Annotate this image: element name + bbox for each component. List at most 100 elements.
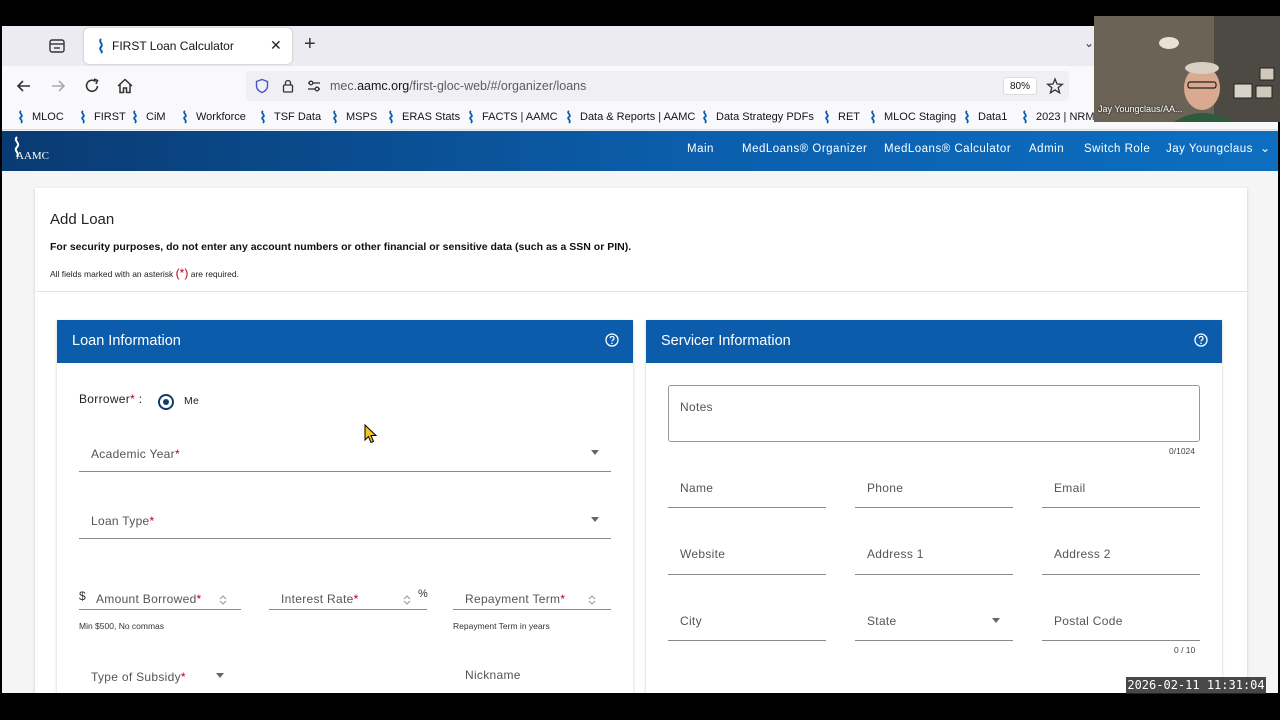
navigation-bar: mec.aamc.org/first-gloc-web/#/organizer/…	[2, 66, 1278, 106]
aamc-bookmark-icon	[333, 110, 337, 124]
repayment-term-hint: Repayment Term in years	[453, 621, 550, 631]
help-icon[interactable]	[1194, 333, 1208, 347]
nav-switch-role[interactable]: Switch Role	[1084, 143, 1150, 155]
nav-admin[interactable]: Admin	[1029, 143, 1064, 155]
notes-textarea[interactable]: Notes	[668, 385, 1200, 442]
postal-code-char-counter: 0 / 10	[1174, 645, 1196, 655]
bookmark-label: MSPS	[346, 111, 378, 123]
borrower-radio-me[interactable]	[158, 394, 174, 410]
required-asterisk: (*)	[175, 266, 189, 280]
aamc-bookmark-icon	[469, 110, 473, 124]
bookmark-label: 2023 | NRM	[1036, 111, 1095, 123]
required-marker: *	[149, 514, 155, 528]
nav-user-menu[interactable]: Jay Youngclaus	[1166, 143, 1253, 155]
number-spinner-icon[interactable]	[402, 594, 412, 606]
interest-rate-label-text: Interest Rate	[281, 592, 354, 606]
close-tab-icon[interactable]: ✕	[270, 37, 282, 54]
bookmark-item[interactable]: Data Strategy PDFs	[700, 110, 814, 124]
forward-arrow-icon[interactable]	[48, 76, 68, 96]
currency-symbol: $	[79, 589, 86, 603]
shield-icon[interactable]	[254, 78, 270, 94]
nav-medloans-calculator[interactable]: MedLoans® Calculator	[884, 143, 1011, 155]
bookmark-item[interactable]: Workforce	[180, 110, 246, 124]
aamc-bookmark-icon	[183, 110, 187, 124]
bookmark-item[interactable]: TSF Data	[258, 110, 321, 124]
url-text[interactable]: mec.aamc.org/first-gloc-web/#/organizer/…	[330, 79, 586, 93]
aamc-bookmark-icon	[81, 110, 85, 124]
lock-icon[interactable]	[280, 78, 296, 94]
amount-borrowed-underline	[79, 609, 241, 610]
dropdown-arrow-icon[interactable]	[591, 517, 599, 522]
bookmarks-bar: MLOC FIRST CiM Workforce TSF Data MSPS ERAS St…	[2, 106, 1278, 130]
required-note-suffix: are required.	[190, 269, 239, 279]
aamc-bookmark-icon	[389, 110, 393, 124]
dropdown-arrow-icon[interactable]	[992, 618, 1000, 623]
postal-code-label: Postal Code	[1054, 614, 1123, 628]
subsidy-type-label: Type of Subsidy*	[91, 670, 186, 684]
new-tab-icon[interactable]: +	[304, 34, 316, 54]
chevron-down-icon[interactable]: ⌄	[1084, 36, 1094, 50]
bookmark-item[interactable]: ERAS Stats	[386, 110, 460, 124]
required-marker: *	[174, 447, 180, 461]
zoom-level-badge[interactable]: 80%	[1003, 77, 1037, 95]
tab-list-icon[interactable]	[48, 37, 66, 55]
bookmark-item[interactable]: FIRST	[78, 110, 126, 124]
address1-label: Address 1	[867, 547, 924, 561]
bookmark-star-icon[interactable]	[1046, 77, 1064, 95]
website-label: Website	[680, 547, 726, 561]
number-spinner-icon[interactable]	[218, 594, 228, 606]
bookmark-item[interactable]: Data & Reports | AAMC	[564, 110, 695, 124]
url-prefix: mec.	[330, 79, 358, 93]
home-icon[interactable]	[115, 76, 135, 96]
loan-type-label-text: Loan Type	[91, 514, 150, 528]
nickname-label: Nickname	[465, 668, 521, 682]
bookmark-item[interactable]: MSPS	[330, 110, 377, 124]
academic-year-underline	[79, 471, 611, 472]
dropdown-arrow-icon[interactable]	[591, 450, 599, 455]
aamc-bookmark-icon	[825, 110, 829, 124]
address-bar[interactable]: mec.aamc.org/first-gloc-web/#/organizer/…	[246, 71, 1069, 101]
repayment-term-underline	[453, 609, 611, 610]
interest-rate-label: Interest Rate*	[281, 592, 359, 606]
number-spinner-icon[interactable]	[587, 594, 597, 606]
tab-title: FIRST Loan Calculator	[112, 39, 234, 53]
interest-rate-underline	[269, 609, 427, 610]
phone-label: Phone	[867, 481, 904, 495]
servicer-panel-header: Servicer Information	[646, 320, 1222, 363]
bookmark-item[interactable]: CiM	[130, 110, 166, 124]
dropdown-arrow-icon[interactable]	[216, 673, 224, 678]
address2-underline	[1042, 574, 1200, 575]
bookmark-label: RET	[838, 111, 860, 123]
card-header: Add Loan For security purposes, do not e…	[35, 188, 1247, 292]
bookmark-item[interactable]: MLOC	[16, 110, 64, 124]
recording-timestamp: 2026-02-11 11:31:04	[1126, 677, 1266, 694]
add-loan-card: Add Loan For security purposes, do not e…	[35, 188, 1247, 693]
borrower-colon: :	[138, 392, 143, 406]
loan-type-label: Loan Type*	[91, 514, 155, 528]
borrower-option-me[interactable]: Me	[184, 395, 199, 407]
required-note-prefix: All fields marked with an asterisk	[50, 269, 174, 279]
back-arrow-icon[interactable]	[14, 76, 34, 96]
name-label: Name	[680, 481, 714, 495]
bookmark-item[interactable]: FACTS | AAMC	[466, 110, 558, 124]
nav-medloans-organizer[interactable]: MedLoans® Organizer	[742, 143, 867, 155]
state-underline	[855, 640, 1013, 641]
bookmark-item[interactable]: 2023 | NRM	[1020, 110, 1095, 124]
aamc-bookmark-icon	[261, 110, 265, 124]
help-icon[interactable]	[605, 333, 619, 347]
reload-icon[interactable]	[82, 76, 102, 96]
required-marker: *	[130, 392, 136, 406]
bookmark-item[interactable]: Data1	[962, 110, 1007, 124]
required-marker: *	[196, 592, 202, 606]
site-permissions-icon[interactable]	[306, 78, 322, 94]
bookmark-item[interactable]: MLOC Staging	[868, 110, 956, 124]
nav-main[interactable]: Main	[687, 143, 714, 155]
amount-borrowed-label-text: Amount Borrowed	[96, 592, 197, 606]
bookmark-label: ERAS Stats	[402, 111, 461, 123]
user-menu-chevron-icon[interactable]: ⌄	[1260, 141, 1270, 155]
phone-underline	[855, 507, 1013, 508]
notes-label: Notes	[680, 400, 713, 414]
tab-first-loan-calculator[interactable]: FIRST Loan Calculator ✕	[84, 28, 292, 64]
bookmark-item[interactable]: RET	[822, 110, 860, 124]
url-path: /first-gloc-web/#/organizer/loans	[409, 79, 587, 93]
